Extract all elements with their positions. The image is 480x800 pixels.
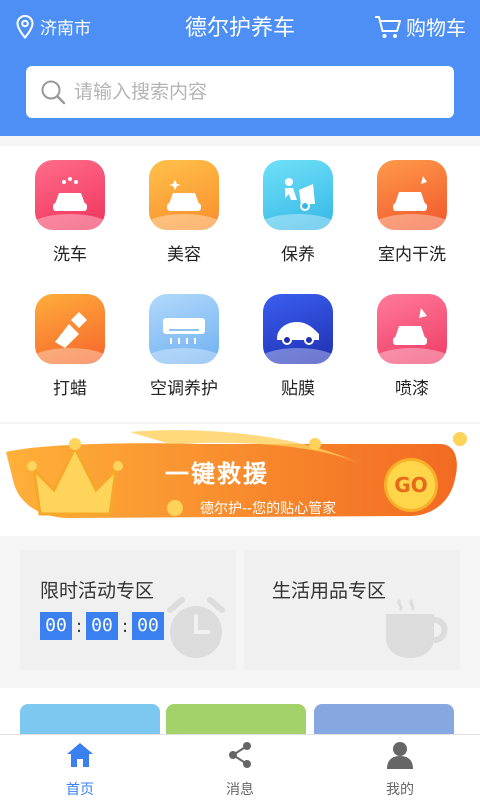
countdown-timer: 00 : 00 : 00 bbox=[40, 612, 164, 640]
service-waxing[interactable]: 打蜡 bbox=[10, 294, 130, 399]
service-maintenance[interactable]: 保养 bbox=[238, 160, 358, 265]
service-spray-paint[interactable]: 喷漆 bbox=[352, 294, 472, 399]
tab-label: 首页 bbox=[66, 782, 94, 798]
service-air-conditioning[interactable]: 空调养护 bbox=[124, 294, 244, 399]
coffee-cup-icon bbox=[386, 598, 448, 658]
service-film[interactable]: 贴膜 bbox=[238, 294, 358, 399]
timer-minutes: 00 bbox=[86, 612, 118, 640]
crown-icon bbox=[27, 438, 123, 516]
tab-home[interactable]: 首页 bbox=[20, 741, 140, 799]
search-input[interactable] bbox=[74, 81, 434, 103]
timer-hours: 00 bbox=[40, 612, 72, 640]
cart-button[interactable]: 购物车 bbox=[374, 12, 466, 41]
service-car-wash[interactable]: 洗车 bbox=[10, 160, 130, 265]
tab-profile[interactable]: 我的 bbox=[340, 741, 460, 799]
search-bar[interactable] bbox=[26, 66, 454, 118]
user-icon bbox=[387, 742, 413, 769]
app-header: 济南市 德尔护养车 购物车 bbox=[0, 0, 480, 136]
timer-seconds: 00 bbox=[132, 612, 164, 640]
service-interior-clean[interactable]: 室内干洗 bbox=[352, 160, 472, 265]
spray-paint-icon bbox=[377, 294, 447, 364]
service-label: 美容 bbox=[167, 245, 201, 265]
air-conditioner-icon bbox=[149, 294, 219, 364]
service-label: 打蜡 bbox=[53, 379, 87, 399]
living-zone-title: 生活用品专区 bbox=[272, 580, 387, 602]
service-label: 空调养护 bbox=[150, 379, 218, 399]
service-label: 喷漆 bbox=[395, 379, 429, 399]
go-button[interactable]: GO bbox=[384, 458, 438, 512]
home-icon bbox=[67, 743, 93, 767]
alarm-clock-icon bbox=[167, 597, 225, 658]
share-icon bbox=[229, 742, 251, 768]
tab-label: 消息 bbox=[226, 782, 254, 798]
tab-label: 我的 bbox=[386, 782, 414, 798]
rescue-banner[interactable]: 一键救援 德尔护--您的贴心管家 GO bbox=[0, 424, 480, 536]
car-maintenance-icon bbox=[263, 160, 333, 230]
shopping-cart-icon bbox=[375, 15, 401, 38]
waxing-icon bbox=[35, 294, 105, 364]
go-label: GO bbox=[394, 473, 428, 497]
limited-zone-title: 限时活动专区 bbox=[40, 580, 155, 602]
search-icon bbox=[41, 80, 66, 105]
service-grid: 洗车 美容 保养 室内干洗 打蜡 空调养护 贴膜 喷漆 bbox=[0, 146, 480, 422]
bottom-tab-bar: 首页 消息 我的 bbox=[0, 734, 480, 800]
service-label: 洗车 bbox=[53, 245, 87, 265]
interior-clean-icon bbox=[377, 160, 447, 230]
service-beauty[interactable]: 美容 bbox=[124, 160, 244, 265]
cart-label: 购物车 bbox=[406, 16, 466, 40]
service-label: 贴膜 bbox=[281, 379, 315, 399]
banner-title: 一键救援 bbox=[165, 460, 269, 488]
car-film-icon bbox=[263, 294, 333, 364]
banner-subtitle: 德尔护--您的贴心管家 bbox=[200, 501, 337, 517]
car-beauty-icon bbox=[149, 160, 219, 230]
living-goods-zone[interactable]: 生活用品专区 bbox=[244, 550, 460, 670]
service-label: 室内干洗 bbox=[378, 245, 446, 265]
service-label: 保养 bbox=[281, 245, 315, 265]
tab-messages[interactable]: 消息 bbox=[180, 741, 300, 799]
limited-activity-zone[interactable]: 限时活动专区 00 : 00 : 00 bbox=[20, 550, 236, 670]
car-wash-icon bbox=[35, 160, 105, 230]
